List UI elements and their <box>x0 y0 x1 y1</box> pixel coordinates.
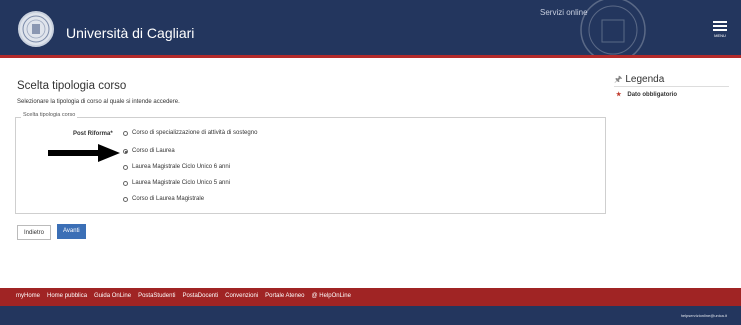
help-email-link[interactable]: helpservizionline@unica.it <box>681 313 727 318</box>
footer-link-posta-docenti[interactable]: PostaDocenti <box>182 293 218 299</box>
pin-icon: 🖈 <box>614 74 623 84</box>
radio-corso-laurea[interactable] <box>123 148 128 154</box>
option-laurea-magistrale[interactable]: Corso di Laurea Magistrale <box>123 196 204 202</box>
footer-link-home-pubblica[interactable]: Home pubblica <box>47 293 87 299</box>
seal-watermark-icon <box>580 0 646 58</box>
radio-sostegno[interactable] <box>123 130 128 136</box>
required-label: Dato obbligatorio <box>627 92 678 98</box>
back-button[interactable]: Indietro <box>17 225 52 240</box>
header-bar: Università di Cagliari Servizi online ME… <box>0 0 741 58</box>
menu-label: MENU <box>714 33 726 38</box>
option-label: Corso di Laurea <box>132 148 175 154</box>
radio-lm-ciclo-unico-6[interactable] <box>123 164 128 170</box>
next-button[interactable]: Avanti <box>57 224 86 239</box>
star-icon: ★ <box>616 92 622 98</box>
option-label: Corso di Laurea Magistrale <box>132 196 205 202</box>
page-subtitle: Selezionare la tipologia di corso al qua… <box>17 99 180 105</box>
required-legend-item: ★ Dato obbligatorio <box>616 91 677 98</box>
footer-link-guida-online[interactable]: Guida OnLine <box>94 293 131 299</box>
fieldset-legend: Scelta tipologia corso <box>21 112 78 118</box>
legend-title-text: Legenda <box>625 74 665 85</box>
option-lm-ciclo-unico-5[interactable]: Laurea Magistrale Ciclo Unico 5 anni <box>123 180 230 186</box>
option-lm-ciclo-unico-6[interactable]: Laurea Magistrale Ciclo Unico 6 anni <box>123 164 230 170</box>
footer-link-helponline[interactable]: @ HelpOnLine <box>312 293 351 299</box>
option-label: Laurea Magistrale Ciclo Unico 6 anni <box>132 164 231 170</box>
option-sostegno[interactable]: Corso di specializzazione di attività di… <box>123 130 257 136</box>
radio-laurea-magistrale[interactable] <box>123 196 128 202</box>
footer-link-posta-studenti[interactable]: PostaStudenti <box>138 293 175 299</box>
legend-divider <box>614 86 729 87</box>
radio-lm-ciclo-unico-5[interactable] <box>123 180 128 186</box>
footer-bottom-bar: helpservizionline@unica.it <box>0 306 741 325</box>
option-label: Corso di specializzazione di attività di… <box>132 130 258 136</box>
header-divider <box>0 55 741 58</box>
footer-links-bar: myHome Home pubblica Guida OnLine PostaS… <box>0 288 741 306</box>
footer-link-portale-ateneo[interactable]: Portale Ateneo <box>265 293 304 299</box>
pointer-arrow-icon <box>48 144 120 162</box>
option-corso-laurea[interactable]: Corso di Laurea <box>123 148 175 154</box>
university-name[interactable]: Università di Cagliari <box>66 25 194 41</box>
option-label: Laurea Magistrale Ciclo Unico 5 anni <box>132 180 231 186</box>
footer-link-convenzioni[interactable]: Convenzioni <box>225 293 258 299</box>
university-logo-icon[interactable] <box>18 11 54 47</box>
menu-button[interactable]: MENU <box>711 19 729 38</box>
footer-link-myhome[interactable]: myHome <box>16 293 40 299</box>
post-riforma-label: Post Riforma* <box>73 131 113 137</box>
page-title: Scelta tipologia corso <box>17 80 127 92</box>
